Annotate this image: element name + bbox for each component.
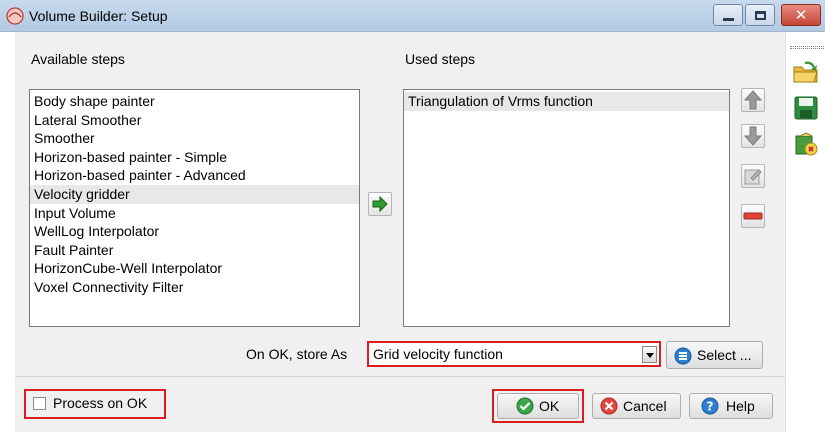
list-select-icon: [674, 347, 692, 365]
title-bar: Volume Builder: Setup ✕: [0, 0, 825, 32]
used-steps-list[interactable]: Triangulation of Vrms function: [403, 89, 730, 327]
minimize-button[interactable]: [713, 4, 743, 26]
list-item[interactable]: Input Volume: [30, 204, 359, 223]
green-arrow-right-icon: [372, 195, 388, 213]
cancel-button-label: Cancel: [623, 398, 667, 414]
add-step-button[interactable]: [368, 192, 392, 216]
volume-builder-app-icon: [6, 7, 24, 25]
save-disk-icon[interactable]: [792, 94, 820, 122]
checkmark-icon: [516, 397, 534, 415]
store-as-label: On OK, store As: [246, 346, 348, 362]
list-item-selected[interactable]: Triangulation of Vrms function: [404, 92, 729, 111]
help-button[interactable]: ? Help: [689, 393, 773, 419]
manage-setups-icon[interactable]: [792, 130, 820, 158]
list-item[interactable]: Voxel Connectivity Filter: [30, 278, 359, 297]
select-button-label: Select ...: [697, 347, 752, 363]
close-button[interactable]: ✕: [781, 4, 821, 26]
available-steps-list[interactable]: Body shape painter Lateral Smoother Smoo…: [29, 89, 360, 327]
store-as-combobox[interactable]: Grid velocity function: [367, 341, 661, 367]
side-toolbar: [785, 32, 825, 432]
help-button-label: Help: [726, 398, 755, 414]
list-item[interactable]: Horizon-based painter - Advanced: [30, 166, 359, 185]
used-steps-items: Triangulation of Vrms function: [404, 90, 729, 111]
arrow-down-icon: [743, 126, 763, 146]
cancel-button[interactable]: Cancel: [592, 393, 681, 419]
svg-text:?: ?: [707, 400, 714, 414]
open-folder-icon[interactable]: [792, 58, 820, 86]
move-down-button[interactable]: [741, 124, 765, 148]
edit-step-button[interactable]: [741, 164, 765, 188]
ok-button[interactable]: OK: [497, 393, 579, 419]
list-item[interactable]: Body shape painter: [30, 92, 359, 111]
ok-button-label: OK: [539, 398, 560, 414]
minimize-icon: [723, 18, 734, 21]
available-steps-items: Body shape painter Lateral Smoother Smoo…: [30, 90, 359, 297]
maximize-button[interactable]: [745, 4, 775, 26]
window-title: Volume Builder: Setup: [29, 8, 168, 24]
used-steps-label: Used steps: [405, 51, 476, 67]
list-item[interactable]: Horizon-based painter - Simple: [30, 148, 359, 167]
list-item[interactable]: Fault Painter: [30, 241, 359, 260]
remove-step-button[interactable]: [741, 204, 765, 228]
select-button[interactable]: Select ...: [666, 341, 763, 369]
store-as-value: Grid velocity function: [373, 346, 503, 362]
toolbar-grip[interactable]: [790, 46, 824, 49]
help-icon: ?: [701, 397, 719, 415]
list-item[interactable]: Smoother: [30, 129, 359, 148]
list-item[interactable]: WellLog Interpolator: [30, 222, 359, 241]
remove-step-icon: [743, 212, 763, 220]
available-steps-label: Available steps: [31, 51, 125, 67]
move-up-button[interactable]: [741, 88, 765, 112]
list-item[interactable]: HorizonCube-Well Interpolator: [30, 259, 359, 278]
arrow-up-icon: [743, 90, 763, 110]
maximize-icon: [755, 11, 766, 20]
chevron-down-icon[interactable]: [642, 346, 657, 363]
cancel-x-icon: [600, 397, 618, 415]
close-icon: ✕: [794, 6, 808, 24]
edit-step-icon: [744, 169, 762, 185]
process-on-ok-label[interactable]: Process on OK: [53, 395, 147, 411]
separator: [15, 376, 785, 377]
process-on-ok-checkbox[interactable]: [33, 397, 46, 410]
list-item-selected[interactable]: Velocity gridder: [30, 184, 359, 204]
list-item[interactable]: Lateral Smoother: [30, 111, 359, 130]
